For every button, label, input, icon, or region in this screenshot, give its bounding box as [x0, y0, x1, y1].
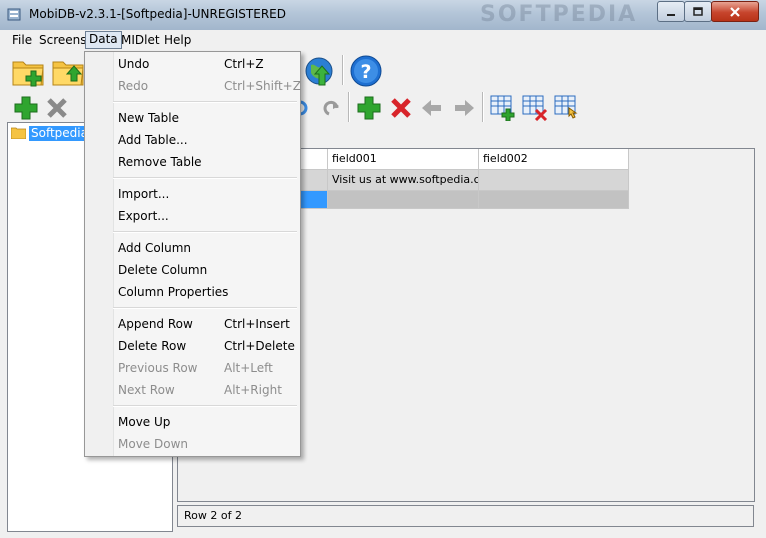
menu-item-redo[interactable]: Redo Ctrl+Shift+Z — [85, 75, 301, 97]
table-cell[interactable] — [479, 170, 629, 191]
remove-table-button[interactable] — [45, 96, 69, 120]
minimize-button[interactable] — [657, 1, 685, 22]
menu-item-label: Move Up — [118, 415, 171, 429]
title-bar[interactable]: SOFTPEDIA MobiDB-v2.3.1-[Softpedia]-UNRE… — [0, 0, 766, 31]
menu-midlet[interactable]: MIDlet — [118, 32, 163, 48]
menu-item-label: Import... — [118, 187, 170, 201]
delete-row-button[interactable] — [389, 96, 413, 120]
menu-item-column-properties[interactable]: Column Properties — [85, 281, 300, 303]
menu-item-label: New Table — [118, 111, 180, 125]
menu-item-label: Remove Table — [118, 155, 202, 169]
menu-item-previous-row[interactable]: Previous Row Alt+Left — [85, 357, 300, 379]
menu-item-remove-table[interactable]: Remove Table — [85, 151, 300, 173]
app-icon — [7, 8, 21, 21]
open-project-button[interactable] — [51, 54, 87, 88]
column-header-field002[interactable]: field002 — [479, 149, 629, 170]
menu-item-shortcut: Ctrl+Delete — [224, 339, 295, 353]
add-row-button[interactable] — [357, 96, 381, 120]
menu-item-label: Previous Row — [118, 361, 198, 375]
data-menu-dropdown: Undo Ctrl+Z Redo Ctrl+Shift+Z New Table Ad… — [84, 51, 301, 457]
menu-item-label: Redo — [118, 79, 149, 93]
menu-item-move-down[interactable]: Move Down — [85, 433, 300, 455]
next-row-button[interactable] — [452, 96, 476, 120]
menu-item-label: Move Down — [118, 437, 188, 451]
menu-separator — [113, 307, 297, 309]
toolbar-separator — [482, 92, 484, 122]
redo-button[interactable] — [319, 96, 343, 120]
menu-item-label: Next Row — [118, 383, 175, 397]
menu-item-delete-row[interactable]: Delete Row Ctrl+Delete — [85, 335, 300, 357]
menu-separator — [113, 101, 297, 103]
status-text: Row 2 of 2 — [184, 509, 242, 522]
help-button[interactable]: ? — [350, 55, 383, 88]
menu-separator — [113, 231, 297, 233]
menu-item-add-table[interactable]: Add Table... — [85, 129, 300, 151]
upload-globe-button[interactable] — [303, 55, 337, 87]
column-properties-button[interactable] — [554, 95, 580, 121]
menu-data[interactable]: Data — [85, 31, 122, 49]
table-cell[interactable] — [328, 191, 479, 209]
window-title: MobiDB-v2.3.1-[Softpedia]-UNREGISTERED — [29, 7, 286, 21]
help-icon: ? — [360, 61, 371, 83]
add-table-button[interactable] — [14, 96, 38, 120]
menu-item-label: Delete Column — [118, 263, 208, 277]
menu-item-shortcut: Ctrl+Shift+Z — [224, 79, 301, 93]
watermark: SOFTPEDIA — [480, 2, 638, 27]
menu-item-next-row[interactable]: Next Row Alt+Right — [85, 379, 300, 401]
maximize-icon — [693, 6, 703, 16]
table-cell[interactable] — [479, 191, 629, 209]
column-header-field001[interactable]: field001 — [328, 149, 479, 170]
menu-item-undo[interactable]: Undo Ctrl+Z — [85, 53, 300, 75]
toolbar-separator — [348, 92, 350, 122]
menu-bar: File Screens Data MIDlet Help — [0, 30, 766, 50]
menu-item-label: Column Properties — [118, 285, 229, 299]
menu-separator — [113, 405, 297, 407]
status-bar: Row 2 of 2 — [177, 505, 754, 527]
menu-item-import[interactable]: Import... — [85, 183, 300, 205]
menu-separator — [113, 177, 297, 179]
folder-icon — [11, 127, 26, 139]
menu-item-shortcut: Alt+Right — [224, 383, 282, 397]
menu-item-shortcut: Ctrl+Z — [224, 57, 264, 71]
new-project-button[interactable] — [11, 54, 47, 88]
menu-item-label: Append Row — [118, 317, 193, 331]
tree-node-softpedia[interactable]: Softpedia — [29, 126, 90, 141]
delete-column-button[interactable] — [522, 95, 548, 121]
menu-item-move-up[interactable]: Move Up — [85, 411, 300, 433]
close-button[interactable] — [711, 1, 759, 22]
menu-item-shortcut: Ctrl+Insert — [224, 317, 290, 331]
menu-item-label: Export... — [118, 209, 169, 223]
add-column-button[interactable] — [490, 95, 516, 121]
menu-item-label: Delete Row — [118, 339, 187, 353]
table-cell[interactable]: Visit us at www.softpedia.com — [328, 170, 479, 191]
menu-item-add-column[interactable]: Add Column — [85, 237, 300, 259]
previous-row-button[interactable] — [420, 96, 444, 120]
close-icon — [730, 6, 740, 17]
toolbar-separator — [342, 55, 344, 85]
menu-file[interactable]: File — [9, 32, 35, 48]
menu-item-shortcut: Alt+Left — [224, 361, 273, 375]
menu-item-new-table[interactable]: New Table — [85, 107, 300, 129]
menu-item-label: Add Table... — [118, 133, 188, 147]
menu-item-append-row[interactable]: Append Row Ctrl+Insert — [85, 313, 300, 335]
menu-help[interactable]: Help — [161, 32, 194, 48]
maximize-button[interactable] — [684, 1, 712, 22]
menu-item-export[interactable]: Export... — [85, 205, 300, 227]
menu-item-label: Add Column — [118, 241, 192, 255]
minimize-icon — [667, 13, 675, 16]
menu-screens[interactable]: Screens — [36, 32, 90, 48]
menu-item-label: Undo — [118, 57, 150, 71]
menu-item-delete-column[interactable]: Delete Column — [85, 259, 300, 281]
